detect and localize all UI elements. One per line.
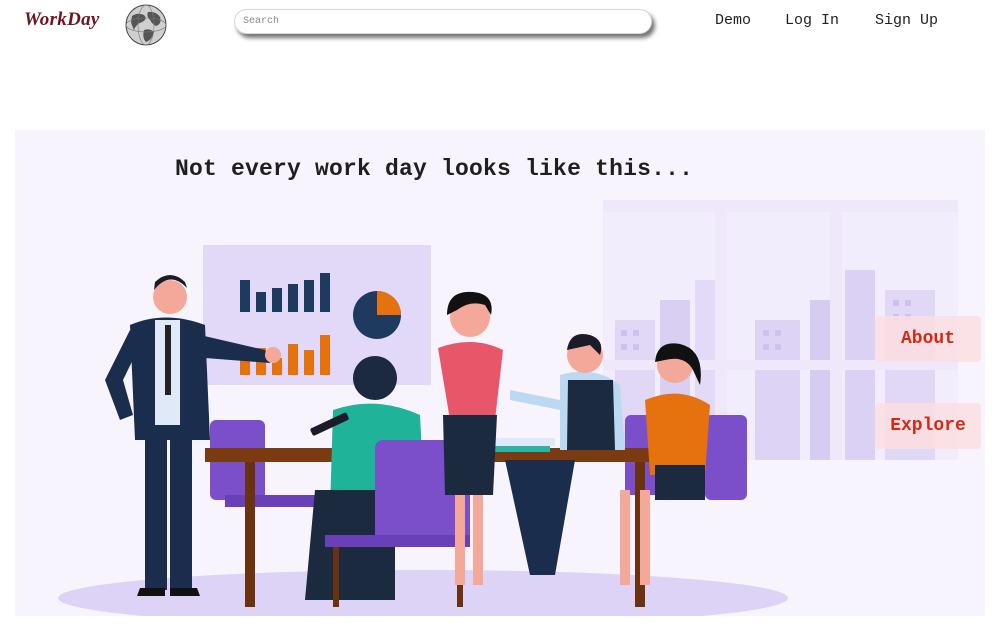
explore-button[interactable]: Explore [875, 403, 981, 449]
presentation-board-graphic [203, 245, 431, 385]
nav-demo-link[interactable]: Demo [715, 12, 751, 29]
globe-icon [125, 4, 167, 46]
nav-signup-link[interactable]: Sign Up [875, 12, 938, 29]
meeting-illustration [58, 200, 958, 616]
search-input[interactable] [235, 10, 651, 33]
about-button[interactable]: About [875, 316, 981, 362]
hero-title: Not every work day looks like this... [175, 156, 694, 182]
hero-section: Not every work day looks like this... Ab… [15, 130, 985, 616]
workday-logo[interactable]: WorkDay [14, 0, 174, 50]
logo-text: WorkDay [24, 9, 100, 30]
nav-login-link[interactable]: Log In [785, 12, 839, 29]
search-box[interactable] [234, 9, 652, 34]
